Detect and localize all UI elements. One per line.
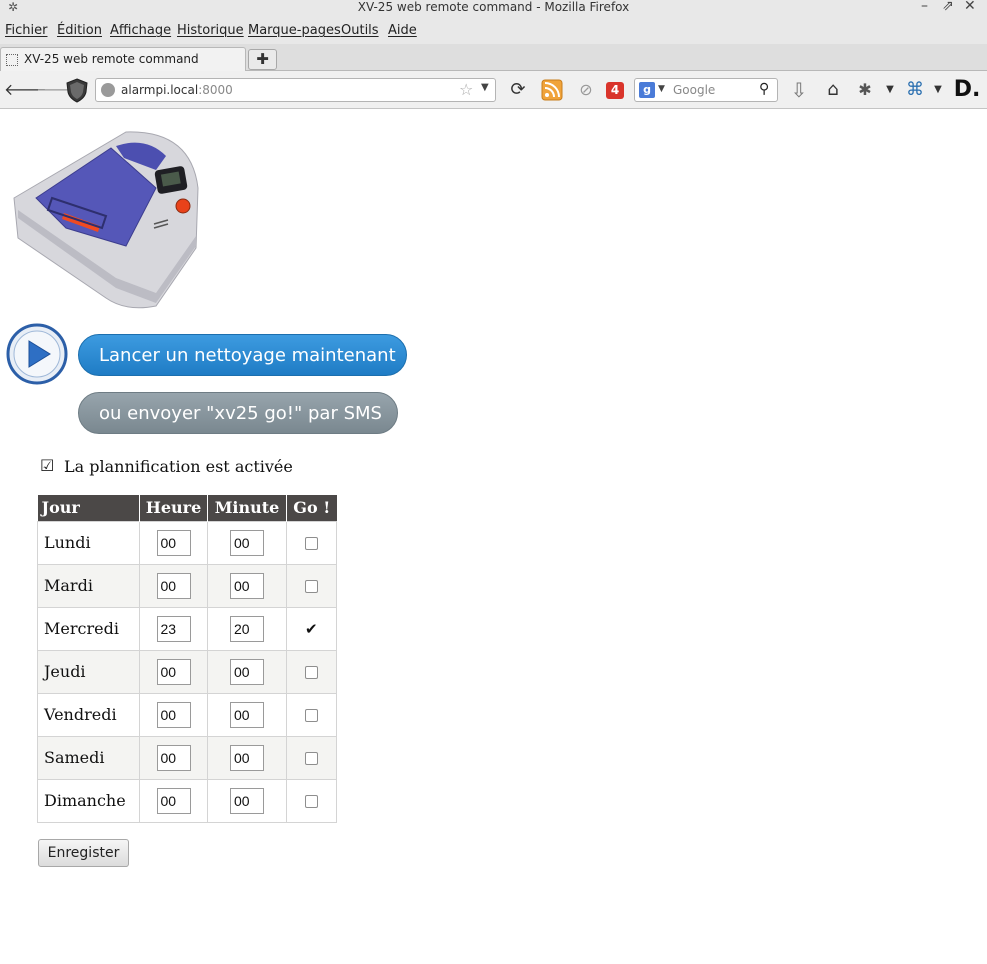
go-checkbox[interactable] [305, 537, 318, 550]
search-engine-dropdown-icon[interactable]: ▼ [658, 84, 665, 94]
menu-edition[interactable]: Édition [57, 23, 102, 38]
schedule-table: Jour Heure Minute Go ! Lundi Mardi Mercr… [37, 495, 337, 823]
block-icon[interactable]: ⊘ [576, 80, 596, 100]
globe-icon [101, 83, 115, 97]
hour-input[interactable] [156, 658, 191, 685]
url-port: :8000 [198, 83, 233, 97]
minute-input[interactable] [230, 744, 264, 771]
day-label: Vendredi [37, 692, 140, 737]
header-jour: Jour [37, 495, 140, 521]
minute-input[interactable] [230, 658, 264, 685]
go-checkbox[interactable] [305, 752, 318, 765]
robot-vacuum-image [13, 131, 199, 309]
play-icon[interactable] [6, 323, 68, 385]
table-row: Mercredi [37, 606, 337, 651]
hour-input[interactable] [156, 572, 191, 599]
d-extension-icon[interactable]: D. [953, 79, 981, 101]
table-row: Samedi [37, 735, 337, 780]
hour-input[interactable] [156, 701, 191, 728]
go-checkbox[interactable] [305, 666, 318, 679]
forward-arrow-icon[interactable]: 🡒 [36, 80, 79, 100]
launch-cleaning-button[interactable]: Lancer un nettoyage maintenant [78, 334, 407, 376]
table-row: Mardi [37, 563, 337, 608]
day-label: Mercredi [37, 606, 140, 651]
rss-icon[interactable] [541, 79, 563, 101]
network-icon[interactable]: ⌘ [905, 80, 925, 100]
page-favicon-icon [6, 54, 18, 66]
header-go: Go ! [286, 495, 337, 521]
header-minute: Minute [207, 495, 287, 521]
download-icon[interactable]: ⇩ [789, 80, 809, 100]
window-title: XV-25 web remote command - Mozilla Firef… [357, 0, 630, 14]
table-row: Lundi [37, 520, 337, 565]
tab-xv25[interactable]: XV-25 web remote command [0, 47, 246, 72]
tab-bar: XV-25 web remote command ✚ [0, 44, 987, 72]
menu-aide[interactable]: Aide [388, 23, 417, 38]
new-tab-button[interactable]: ✚ [248, 49, 277, 70]
minimize-button[interactable]: – [921, 0, 928, 13]
url-host: alarmpi.local [121, 83, 199, 97]
menu-bar: Fichier Édition Affichage Historique Mar… [0, 18, 987, 44]
minute-input[interactable] [230, 529, 264, 556]
window-menu-icon[interactable]: ✲ [8, 0, 18, 14]
home-icon[interactable]: ⌂ [823, 80, 843, 100]
shield-icon[interactable] [64, 77, 90, 103]
maximize-button[interactable]: ⇗ [942, 0, 954, 13]
go-checkbox[interactable] [305, 709, 318, 722]
network-dropdown-icon[interactable]: ▼ [928, 80, 948, 100]
hour-input[interactable] [156, 744, 191, 771]
day-label: Mardi [37, 563, 140, 608]
table-header-row: Jour Heure Minute Go ! [37, 495, 337, 521]
search-icon[interactable]: ⚲ [759, 81, 769, 97]
notification-badge[interactable]: 4 [606, 82, 624, 99]
planning-checkbox[interactable]: ☑ [40, 458, 56, 474]
hour-input[interactable] [156, 529, 191, 556]
go-checkbox[interactable] [305, 795, 318, 808]
header-heure: Heure [139, 495, 208, 521]
addons-dropdown-icon[interactable]: ▼ [880, 80, 900, 100]
go-checkbox[interactable] [305, 580, 318, 593]
bug-icon[interactable]: ✱ [855, 80, 875, 100]
back-arrow-icon[interactable]: 🡐 [4, 80, 47, 100]
url-dropdown-icon[interactable]: ▼ [481, 82, 489, 93]
menu-historique[interactable]: Historique [177, 23, 244, 38]
window-titlebar: ✲ XV-25 web remote command - Mozilla Fir… [0, 0, 987, 18]
minute-input[interactable] [230, 701, 264, 728]
planning-label: La plannification est activée [64, 457, 293, 476]
url-bar[interactable]: alarmpi.local:8000 ☆ ▼ [95, 78, 496, 102]
hour-input[interactable] [156, 787, 191, 814]
google-icon[interactable]: g [639, 82, 655, 98]
search-box[interactable]: g ▼ ⚲ [634, 78, 778, 102]
bookmark-star-icon[interactable]: ☆ [459, 80, 473, 99]
navigation-bar: 🡐 🡒 alarmpi.local:8000 ☆ ▼ ⟳ ⊘ 4 g ▼ ⚲ ⇩… [0, 71, 987, 109]
save-button[interactable]: Enregister [38, 839, 129, 867]
search-input[interactable] [671, 81, 757, 99]
hour-input[interactable] [156, 615, 191, 642]
sms-info-button[interactable]: ou envoyer "xv25 go!" par SMS [78, 392, 398, 434]
table-row: Jeudi [37, 649, 337, 694]
menu-affichage[interactable]: Affichage [110, 23, 171, 38]
reload-icon[interactable]: ⟳ [508, 80, 528, 100]
url-text[interactable]: alarmpi.local:8000 [121, 83, 233, 97]
minute-input[interactable] [230, 787, 264, 814]
table-row: Vendredi [37, 692, 337, 737]
day-label: Jeudi [37, 649, 140, 694]
day-label: Dimanche [37, 778, 140, 823]
minute-input[interactable] [230, 615, 264, 642]
menu-outils[interactable]: Outils [341, 23, 379, 38]
menu-marque-pages[interactable]: Marque-pages [248, 23, 341, 38]
menu-fichier[interactable]: Fichier [5, 23, 48, 38]
close-window-button[interactable]: ✕ [964, 0, 976, 13]
day-label: Samedi [37, 735, 140, 780]
tab-label: XV-25 web remote command [24, 52, 199, 66]
go-checkbox[interactable] [305, 620, 318, 638]
table-row: Dimanche [37, 778, 337, 823]
minute-input[interactable] [230, 572, 264, 599]
day-label: Lundi [37, 520, 140, 565]
